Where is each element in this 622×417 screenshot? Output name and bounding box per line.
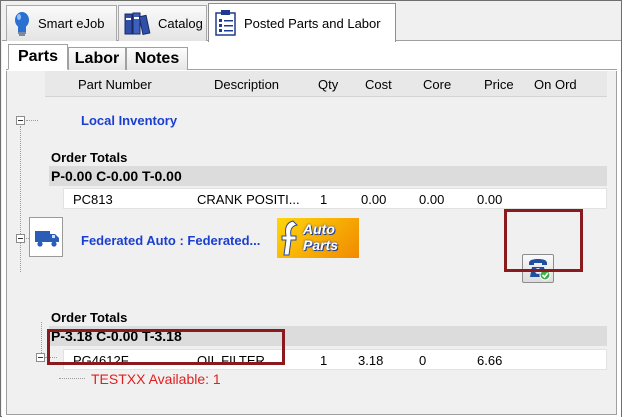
availability-text: TESTXX Available: 1 bbox=[91, 371, 221, 387]
tab-posted-parts-and-labor[interactable]: Posted Parts and Labor bbox=[208, 3, 396, 42]
description-cell: CRANK POSITI... bbox=[197, 192, 300, 207]
price-cell: 6.66 bbox=[477, 353, 503, 368]
catalog-books-icon bbox=[124, 11, 152, 37]
col-cost[interactable]: Cost bbox=[365, 77, 392, 92]
col-price[interactable]: Price bbox=[484, 77, 514, 92]
tab-catalog[interactable]: Catalog bbox=[118, 5, 207, 41]
core-cell: 0.00 bbox=[419, 192, 445, 207]
logo-text: Auto bbox=[303, 221, 335, 237]
tab-parts[interactable]: Parts bbox=[8, 44, 68, 70]
core-cell: 0 bbox=[419, 353, 427, 368]
tab-labor[interactable]: Labor bbox=[68, 47, 126, 70]
col-on-ord[interactable]: On Ord bbox=[534, 77, 577, 92]
price-cell: 0.00 bbox=[477, 192, 503, 207]
auto-parts-logo: Auto Parts bbox=[277, 218, 359, 258]
federated-f-logo-icon bbox=[279, 220, 301, 256]
order-totals-label: Order Totals bbox=[51, 310, 128, 325]
group-title-local-inventory[interactable]: Local Inventory bbox=[81, 113, 177, 128]
collapse-toggle[interactable] bbox=[16, 234, 25, 243]
col-part-number[interactable]: Part Number bbox=[78, 77, 152, 92]
col-description[interactable]: Description bbox=[214, 77, 279, 92]
tab-label: Catalog bbox=[158, 16, 203, 31]
app-window: Smart eJob Catalog Posted Parts and Labo… bbox=[0, 0, 622, 417]
group-title-federated-auto[interactable]: Federated Auto : Federated... bbox=[81, 233, 260, 248]
tree-connector bbox=[41, 322, 42, 355]
clipboard-icon bbox=[214, 9, 238, 37]
tab-label: Smart eJob bbox=[38, 16, 105, 31]
top-tab-strip: Smart eJob Catalog Posted Parts and Labo… bbox=[2, 2, 621, 42]
table-row[interactable]: PC813 CRANK POSITI... 1 0.00 0.00 0.00 bbox=[63, 188, 607, 209]
tab-smart-ejob[interactable]: Smart eJob bbox=[6, 5, 117, 41]
order-totals-bar: P-0.00 C-0.00 T-0.00 bbox=[49, 166, 607, 186]
logo-text: Parts bbox=[303, 237, 339, 253]
qty-cell: 1 bbox=[320, 192, 328, 207]
tree-connector bbox=[26, 120, 38, 121]
collapse-toggle[interactable] bbox=[36, 353, 45, 362]
tree-connector bbox=[59, 378, 85, 379]
col-core[interactable]: Core bbox=[423, 77, 451, 92]
delivery-truck-button[interactable] bbox=[29, 217, 63, 257]
qty-cell: 1 bbox=[320, 353, 328, 368]
highlight-box-call-button bbox=[504, 209, 583, 272]
sub-tab-strip: Parts Labor Notes bbox=[6, 44, 617, 70]
col-qty[interactable]: Qty bbox=[318, 77, 338, 92]
order-totals-label: Order Totals bbox=[51, 150, 128, 165]
delivery-truck-icon bbox=[34, 228, 60, 248]
cost-cell: 0.00 bbox=[361, 192, 387, 207]
highlight-box-availability bbox=[47, 329, 285, 365]
tab-label: Posted Parts and Labor bbox=[244, 15, 381, 31]
column-header-row: Part Number Description Qty Cost Core Pr… bbox=[45, 71, 607, 97]
part-number-cell: PC813 bbox=[73, 192, 113, 207]
cost-cell: 3.18 bbox=[358, 353, 384, 368]
tab-notes[interactable]: Notes bbox=[126, 47, 188, 70]
collapse-toggle[interactable] bbox=[16, 116, 25, 125]
tree-connector bbox=[20, 126, 21, 272]
lightbulb-icon bbox=[12, 11, 32, 37]
